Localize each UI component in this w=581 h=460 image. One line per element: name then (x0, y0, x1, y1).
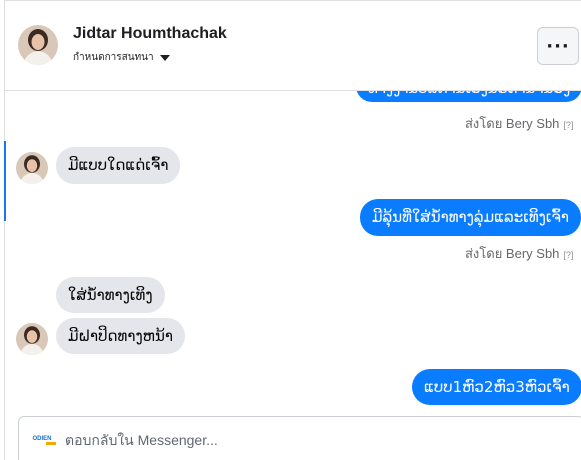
contact-name[interactable]: Jidtar Houmthachak (73, 25, 227, 43)
message-text: ມີຝາປິດທາງຫນ້າ (68, 327, 173, 345)
message-outgoing[interactable]: ມີລຸ້ນທີ່ໃສ່ນ້ຳທາງລຸ່ມແລະເທິງເຈົ້າ (360, 199, 581, 236)
conversation-settings-dropdown[interactable]: กำหนดการสนทนา (73, 50, 170, 65)
contact-avatar[interactable] (16, 323, 48, 355)
message-outgoing[interactable]: ແບບ1ຫົວ2ຫົວ3ຫົວເຈົ້າ (412, 369, 581, 405)
sent-by-text: ส่งโดย Bery Sbh (465, 246, 560, 261)
sent-by-label: ส่งโดย Bery Sbh [?] (465, 113, 573, 134)
reply-input[interactable] (65, 429, 545, 451)
help-link[interactable]: [?] (563, 120, 573, 130)
contact-avatar[interactable] (16, 152, 48, 184)
more-options-icon: ··· (546, 35, 570, 57)
message-text: ມີແບບໃດແດ່ເຈົ້າ (68, 156, 169, 174)
message-text: ມີລຸ້ນທີ່ໃສ່ນ້ຳທາງລຸ່ມແລະເທິງເຈົ້າ (372, 208, 570, 226)
message-text: ໃສ່ນ້ຳທາງເທິງ (68, 286, 153, 304)
message-incoming[interactable]: ມີຝາປິດທາງຫນ້າ (56, 318, 185, 354)
reply-composer: ODIEN (18, 416, 581, 460)
conversation-header: Jidtar Houmthachak กำหนดการสนทนา ··· (5, 1, 581, 91)
contact-avatar[interactable] (18, 25, 58, 65)
sent-by-text: ส่งโดย Bery Sbh (465, 116, 560, 131)
conversation-settings-label: กำหนดการสนทนา (73, 52, 154, 63)
svg-text:ODIEN: ODIEN (32, 436, 51, 442)
message-incoming[interactable]: ມີແບບໃດແດ່ເຈົ້າ (56, 147, 181, 184)
more-options-button[interactable]: ··· (537, 27, 579, 65)
message-text: ແບບ1ຫົວ2ຫົວ3ຫົວເຈົ້າ (424, 378, 570, 396)
dropdown-caret-icon (159, 54, 170, 61)
sent-by-label: ส่งโดย Bery Sbh [?] (465, 243, 573, 264)
active-conversation-indicator (4, 141, 6, 221)
message-incoming[interactable]: ໃສ່ນ້ຳທາງເທິງ (56, 277, 165, 313)
page-logo: ODIEN (26, 429, 58, 449)
help-link[interactable]: [?] (563, 250, 573, 260)
